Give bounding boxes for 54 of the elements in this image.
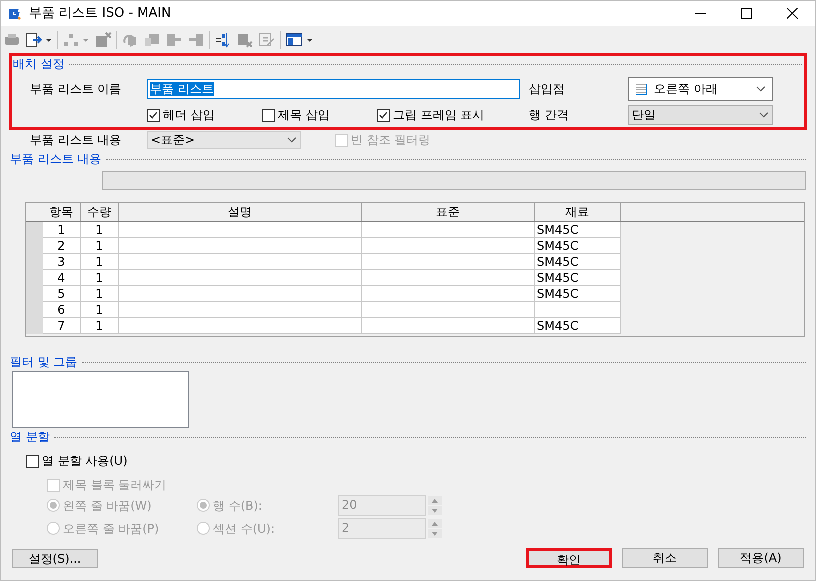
table-cell: 7 [43, 318, 81, 334]
up-arrow-icon [432, 498, 438, 502]
name-field[interactable]: 부품 리스트 [147, 79, 520, 99]
delete-block-icon[interactable] [94, 30, 112, 48]
table-cell: 1 [81, 318, 119, 334]
spin-down-button[interactable] [428, 506, 442, 515]
field-label: 부품 리스트 내용 [29, 132, 123, 149]
close-icon [786, 8, 798, 19]
checkbox-label: 제목 삽입 [278, 107, 330, 124]
chevron-down-icon [287, 137, 297, 143]
section-heading: 배치 설정 [13, 56, 65, 73]
sort-icon[interactable] [214, 30, 232, 48]
section-heading: 부품 리스트 내용 [10, 151, 102, 168]
table-cell: SM45C [535, 318, 621, 334]
table-view-icon[interactable] [285, 30, 315, 48]
chevron-down-icon [756, 86, 766, 92]
chevron-down-icon [759, 112, 769, 118]
radio-label: 왼쪽 줄 바꿈(W) [63, 498, 152, 514]
window-title: 부품 리스트 ISO - MAIN [29, 4, 172, 23]
dialog-button[interactable]: 취소 [622, 548, 708, 568]
checkbox[interactable] [147, 108, 160, 122]
radio-label: 섹션 수(U): [213, 520, 276, 538]
checkbox-label: 제목 블록 둘러싸기 [63, 477, 167, 494]
field-label: 삽입점 [529, 81, 566, 98]
dialog-button[interactable]: 적용(A) [718, 548, 804, 568]
dialog-button[interactable]: 확인 [526, 548, 612, 568]
down-arrow-icon [432, 508, 438, 512]
maximize-icon [740, 8, 752, 19]
checkbox-label: 헤더 삽입 [163, 107, 215, 124]
alignment-icon [635, 82, 648, 96]
radio-label: 오른쪽 줄 바꿈(P) [63, 520, 160, 538]
radio-label: 행 수(B): [213, 498, 262, 514]
spin-up-button[interactable] [428, 496, 442, 505]
insert-point-dropdown[interactable]: 오른쪽 아래 [628, 77, 773, 101]
field-label: 행 간격 [529, 107, 570, 124]
up-arrow-icon [432, 522, 438, 526]
section-heading: 필터 및 그룹 [10, 354, 78, 371]
filter-list[interactable] [12, 371, 189, 428]
spin-up-button[interactable] [428, 519, 442, 528]
checkbox-label: 열 분할 사용(U) [42, 453, 128, 470]
checkbox-label: 그립 프레임 표시 [393, 107, 485, 124]
checkbox[interactable] [377, 108, 390, 122]
settings-button[interactable]: 설정(S)... [12, 548, 98, 568]
app-logo-icon [8, 7, 21, 20]
down-arrow-icon [432, 532, 438, 536]
edit-icon[interactable] [258, 30, 276, 48]
row-spacing-dropdown[interactable]: 단일 [628, 105, 773, 125]
export-icon[interactable] [25, 30, 53, 48]
section-heading: 열 분할 [10, 429, 50, 446]
spin-down-button[interactable] [428, 529, 442, 538]
checkbox[interactable] [262, 108, 275, 122]
field-label: 부품 리스트 이름 [29, 81, 123, 98]
content-dropdown[interactable]: <표준> [147, 131, 301, 149]
checkbox-label: 빈 참조 필터링 [351, 132, 431, 149]
